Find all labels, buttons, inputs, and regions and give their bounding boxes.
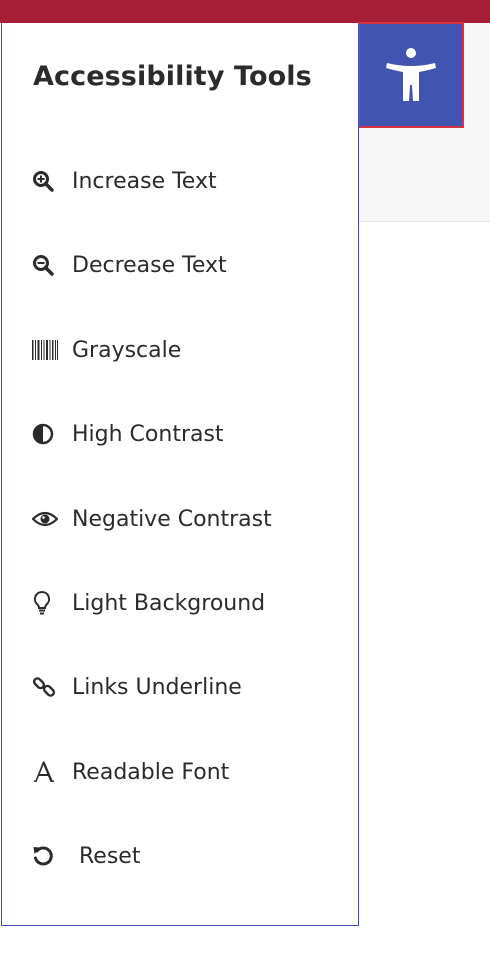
- contrast-icon: [32, 421, 58, 447]
- tool-links-underline[interactable]: Links Underline: [32, 667, 242, 707]
- tool-label: Reset: [79, 843, 141, 869]
- accessibility-tools-panel: Accessibility Tools Increase Text Decrea…: [1, 23, 359, 926]
- accessibility-person-icon: [386, 48, 436, 101]
- tool-label: Decrease Text: [72, 252, 227, 278]
- tool-increase-text[interactable]: Increase Text: [32, 161, 217, 201]
- link-icon: [32, 674, 58, 700]
- panel-title: Accessibility Tools: [33, 61, 312, 92]
- site-top-bar: [0, 0, 490, 23]
- tool-label: Grayscale: [72, 337, 182, 363]
- tool-readable-font[interactable]: Readable Font: [32, 752, 229, 792]
- tool-high-contrast[interactable]: High Contrast: [32, 414, 224, 454]
- eye-icon: [32, 506, 58, 532]
- tool-reset[interactable]: Reset: [32, 836, 140, 876]
- tool-label: Negative Contrast: [72, 506, 272, 532]
- tool-label: Light Background: [72, 590, 266, 616]
- accessibility-toolbar-toggle-button[interactable]: [358, 22, 464, 128]
- lightbulb-icon: [32, 590, 58, 616]
- zoom-in-icon: [32, 168, 58, 194]
- tool-label: Readable Font: [72, 759, 230, 785]
- reset-icon: [32, 843, 58, 869]
- zoom-out-icon: [32, 252, 58, 278]
- tool-decrease-text[interactable]: Decrease Text: [32, 245, 227, 285]
- tool-label: Increase Text: [72, 168, 217, 194]
- tool-label: High Contrast: [72, 421, 224, 447]
- tool-grayscale[interactable]: Grayscale: [32, 330, 181, 370]
- tool-label: Links Underline: [72, 674, 242, 700]
- barcode-icon: [32, 337, 58, 363]
- tool-light-background[interactable]: Light Background: [32, 583, 265, 623]
- font-icon: [32, 759, 58, 785]
- tool-negative-contrast[interactable]: Negative Contrast: [32, 499, 272, 539]
